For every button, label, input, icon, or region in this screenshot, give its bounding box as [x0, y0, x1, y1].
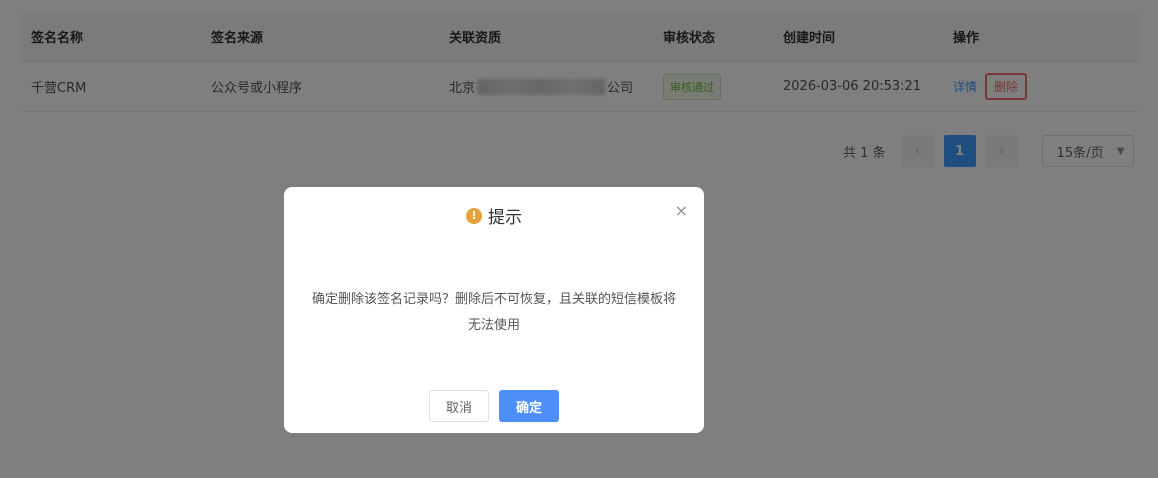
close-icon[interactable]: ×	[675, 201, 688, 220]
page: 签名名称 签名来源 关联资质 审核状态 创建时间 操作 千营CRM 公众号或小程…	[0, 0, 1158, 478]
dialog-header: ! 提示	[284, 203, 704, 228]
dialog-title: 提示	[488, 208, 522, 228]
dialog-footer: 取消 确定	[284, 390, 704, 422]
dialog-message: 确定删除该签名记录吗？删除后不可恢复，且关联的短信模板将无法使用	[311, 292, 676, 333]
confirm-button[interactable]: 确定	[499, 390, 559, 422]
cancel-button[interactable]: 取消	[429, 390, 489, 422]
confirm-dialog: ! 提示 × 确定删除该签名记录吗？删除后不可恢复，且关联的短信模板将无法使用 …	[284, 187, 704, 433]
warning-icon: !	[466, 207, 482, 224]
